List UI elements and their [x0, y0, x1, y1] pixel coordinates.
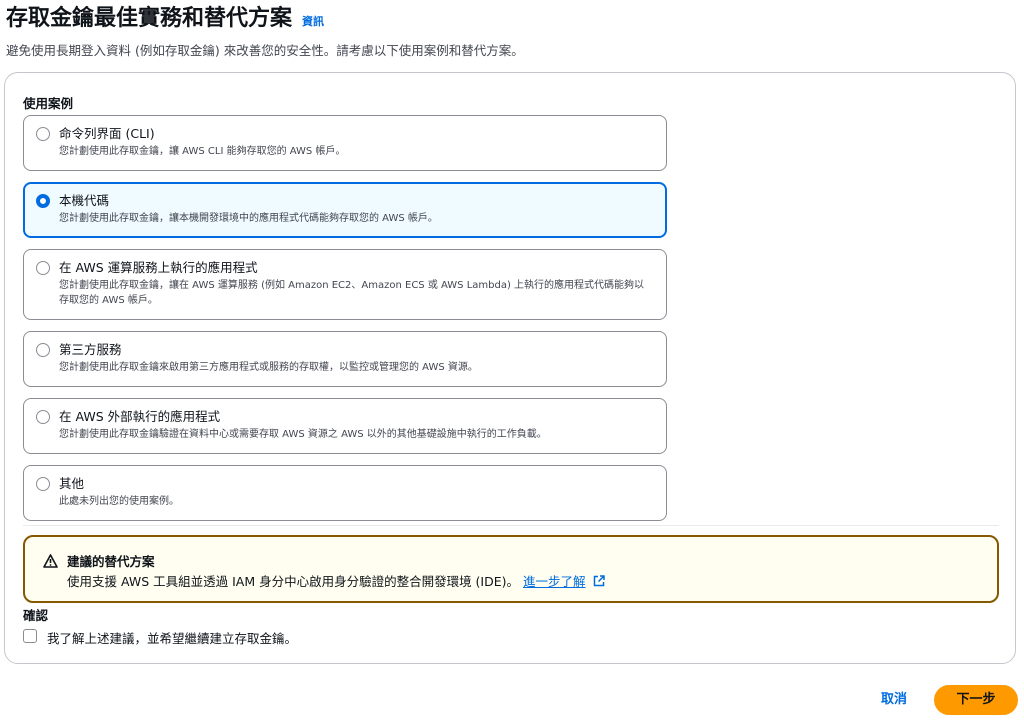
option-label: 在 AWS 運算服務上執行的應用程式: [59, 260, 258, 275]
option-description: 此處未列出您的使用案例。: [59, 496, 179, 507]
page-header: 存取金鑰最佳實務和替代方案 資訊 避免使用長期登入資料 (例如存取金鑰) 來改善…: [6, 4, 524, 59]
option-description: 您計劃使用此存取金鑰來啟用第三方應用程式或服務的存取權，以監控或管理您的 AWS…: [59, 362, 478, 373]
radio-button-selected[interactable]: [36, 194, 50, 208]
radio-button[interactable]: [36, 410, 50, 424]
page-title: 存取金鑰最佳實務和替代方案: [6, 6, 293, 31]
radio-button[interactable]: [36, 477, 50, 491]
page-description: 避免使用長期登入資料 (例如存取金鑰) 來改善您的安全性。請考慮以下使用案例和替…: [6, 43, 524, 58]
option-label: 在 AWS 外部執行的應用程式: [59, 409, 221, 424]
alert-body: 使用支援 AWS 工具組並透過 IAM 身分中心啟用身分驗證的整合開發環境 (I…: [67, 571, 605, 590]
option-label: 其他: [59, 476, 85, 491]
section-divider: [23, 525, 999, 526]
use-case-container: 使用案例 命令列界面 (CLI) 您計劃使用此存取金鑰，讓 AWS CLI 能夠…: [4, 72, 1016, 664]
confirm-label: 確認: [23, 608, 49, 623]
option-description: 您計劃使用此存取金鑰，讓在 AWS 運算服務 (例如 Amazon EC2、Am…: [59, 280, 645, 306]
option-description: 您計劃使用此存取金鑰，讓 AWS CLI 能夠存取您的 AWS 帳戶。: [59, 146, 346, 157]
use-case-label: 使用案例: [23, 96, 74, 111]
option-description: 您計劃使用此存取金鑰，讓本機開發環境中的應用程式代碼能夠存取您的 AWS 帳戶。: [59, 213, 438, 224]
use-case-option-aws-compute[interactable]: 在 AWS 運算服務上執行的應用程式 您計劃使用此存取金鑰，讓在 AWS 運算服…: [23, 249, 667, 320]
confirm-checkbox[interactable]: [23, 629, 37, 643]
learn-more-link[interactable]: 進一步了解: [523, 574, 586, 589]
option-label: 第三方服務: [59, 342, 122, 357]
alert-title: 建議的替代方案: [67, 554, 155, 569]
use-case-option-outside-aws[interactable]: 在 AWS 外部執行的應用程式 您計劃使用此存取金鑰驗證在資料中心或需要存取 A…: [23, 398, 667, 454]
option-description: 您計劃使用此存取金鑰驗證在資料中心或需要存取 AWS 資源之 AWS 以外的其他…: [59, 429, 547, 440]
external-link-icon[interactable]: [593, 575, 605, 590]
confirm-checkbox-label[interactable]: 我了解上述建議，並希望繼續建立存取金鑰。: [47, 628, 297, 647]
option-label: 本機代碼: [59, 193, 110, 208]
use-case-option-local-code[interactable]: 本機代碼 您計劃使用此存取金鑰，讓本機開發環境中的應用程式代碼能夠存取您的 AW…: [23, 182, 667, 238]
radio-button[interactable]: [36, 261, 50, 275]
learn-more-text[interactable]: 進一步了解: [523, 574, 586, 589]
use-case-option-third-party[interactable]: 第三方服務 您計劃使用此存取金鑰來啟用第三方應用程式或服務的存取權，以監控或管理…: [23, 331, 667, 387]
alert-body-text: 使用支援 AWS 工具組並透過 IAM 身分中心啟用身分驗證的整合開發環境 (I…: [67, 574, 520, 589]
alternative-alert: 建議的替代方案 使用支援 AWS 工具組並透過 IAM 身分中心啟用身分驗證的整…: [23, 535, 999, 603]
warning-icon: [43, 553, 58, 572]
use-case-option-cli[interactable]: 命令列界面 (CLI) 您計劃使用此存取金鑰，讓 AWS CLI 能夠存取您的 …: [23, 115, 667, 171]
radio-button[interactable]: [36, 343, 50, 357]
info-link[interactable]: 資訊: [302, 13, 324, 29]
next-button[interactable]: 下一步: [934, 685, 1018, 715]
use-case-option-other[interactable]: 其他 此處未列出您的使用案例。: [23, 465, 667, 521]
cancel-button[interactable]: 取消: [868, 688, 920, 712]
option-label: 命令列界面 (CLI): [59, 126, 155, 141]
radio-button[interactable]: [36, 127, 50, 141]
